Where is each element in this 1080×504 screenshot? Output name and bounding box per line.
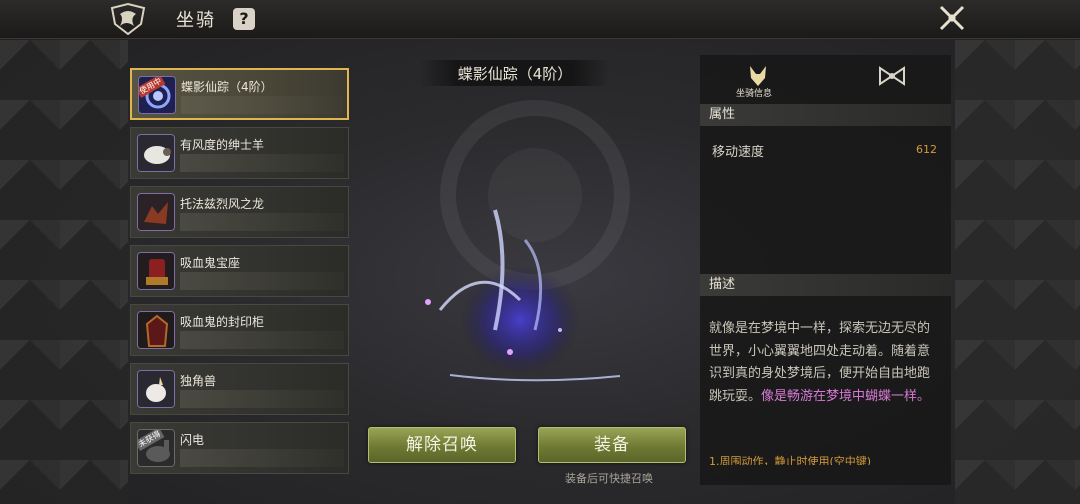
horse-mount-icon: 未获得	[137, 429, 175, 467]
equip-button[interactable]: 装备	[538, 427, 686, 463]
unicorn-mount-icon	[137, 370, 175, 408]
mount-name: 吸血鬼宝座	[180, 256, 241, 270]
mount-item[interactable]: 托法兹烈风之龙	[130, 186, 349, 238]
coffin-mount-icon	[137, 311, 175, 349]
move-speed-value: 612	[916, 143, 937, 156]
floor-tiles-left	[0, 40, 128, 504]
butterfly-mount-preview	[425, 209, 621, 382]
mount-item[interactable]: 有风度的绅士羊	[130, 127, 349, 179]
mount-list: 使用中 蝶影仙踪（4阶） 有风度的绅士羊 托法兹烈风之龙 吸血鬼宝座 吸血鬼的封…	[130, 68, 355, 481]
mount-item[interactable]: 独角兽	[130, 363, 349, 415]
mount-item[interactable]: 未获得 闪电	[130, 422, 349, 474]
page-title: 坐骑	[176, 10, 216, 31]
description-text: 就像是在梦境中一样，探索无边无尽的世界，小心翼翼地四处走动着。随着意识到真的身处…	[709, 321, 931, 404]
throne-mount-icon	[137, 252, 175, 290]
attributes-header: 属性	[700, 104, 951, 126]
mount-preview-title: 蝶影仙踪（4阶）	[457, 65, 573, 83]
dragon-mount-icon	[137, 193, 175, 231]
mount-name: 有风度的绅士羊	[180, 138, 265, 152]
mount-name: 独角兽	[180, 374, 217, 388]
sheep-mount-icon	[137, 134, 175, 172]
mount-item[interactable]: 吸血鬼宝座	[130, 245, 349, 297]
description-highlight: 像是畅游在梦境中蝴蝶一样。	[761, 388, 931, 404]
move-speed-label: 移动速度	[712, 145, 765, 160]
mount-name: 吸血鬼的封印柜	[180, 315, 265, 329]
description-extra: 1.周围动作，静止时使用(空中键)	[709, 455, 872, 465]
butterfly-mount-icon: 使用中	[138, 76, 176, 114]
description-header: 描述	[700, 274, 951, 296]
mount-name: 蝶影仙踪（4阶）	[181, 80, 273, 94]
top-bar: 坐骑 ?	[0, 0, 1080, 39]
mount-name: 闪电	[180, 433, 205, 447]
guild-emblem-icon	[108, 2, 148, 36]
equip-hint: 装备后可快捷召唤	[565, 472, 653, 485]
floor-tiles-right	[955, 40, 1080, 504]
mount-item[interactable]: 吸血鬼的封印柜	[130, 304, 349, 356]
mount-name: 托法兹烈风之龙	[180, 197, 265, 211]
mount-item[interactable]: 使用中 蝶影仙踪（4阶）	[130, 68, 349, 120]
help-button[interactable]: ?	[233, 8, 255, 30]
unsummon-button[interactable]: 解除召唤	[368, 427, 516, 463]
bow-icon	[879, 66, 905, 86]
close-icon[interactable]	[938, 4, 966, 32]
tab-appearance[interactable]	[872, 62, 912, 96]
tab-mount-info-label: 坐骑信息	[736, 89, 773, 99]
